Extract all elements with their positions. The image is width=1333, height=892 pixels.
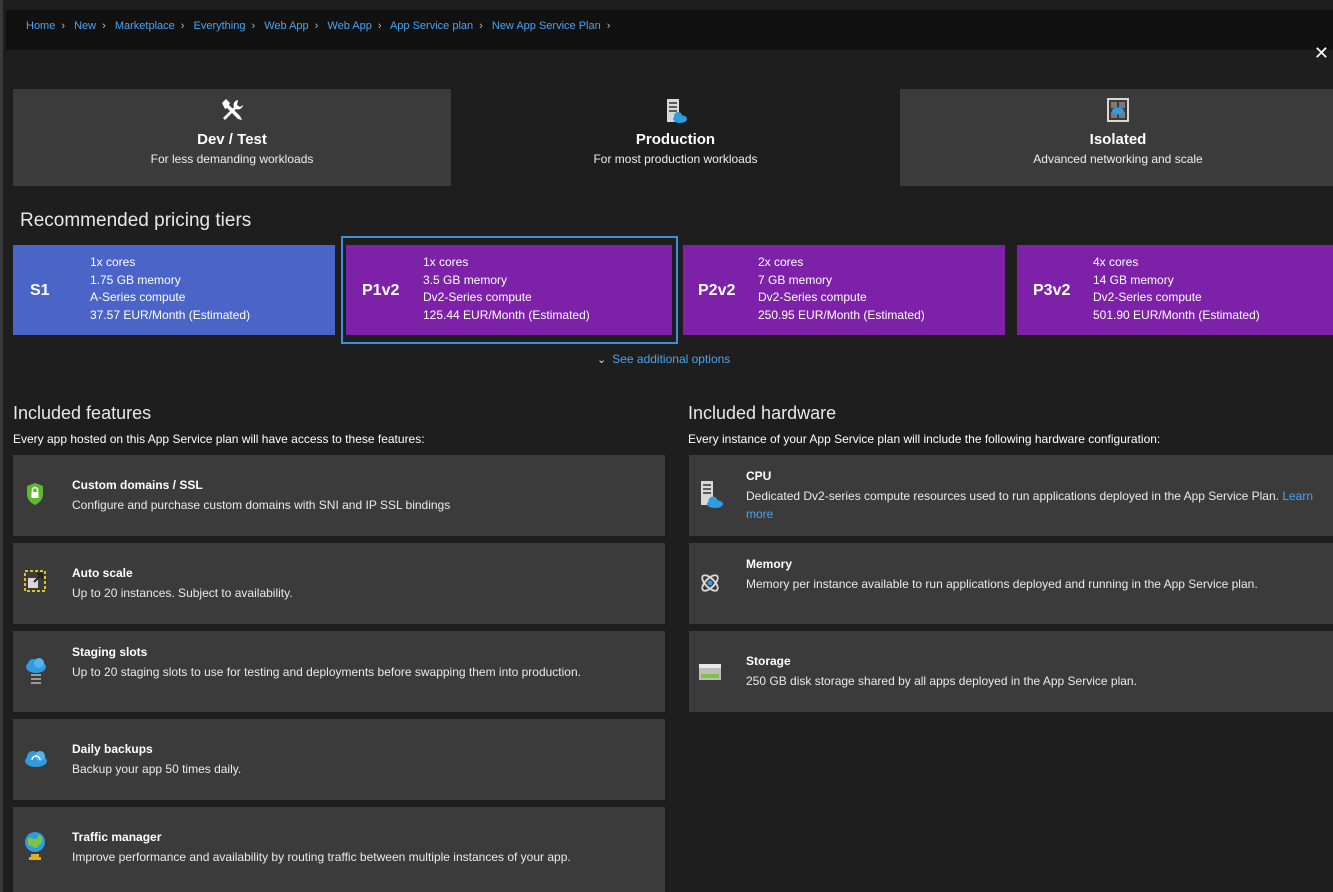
- chevron-down-icon: ⌄: [597, 354, 607, 366]
- tab-subtitle: For most production workloads: [593, 152, 758, 166]
- hardware-storage-desc: 250 GB disk storage shared by all apps d…: [746, 674, 1137, 688]
- hardware-title: Memory: [746, 557, 793, 571]
- breadcrumb-separator: ›: [377, 20, 382, 32]
- features-description: Every app hosted on this App Service pla…: [13, 432, 425, 446]
- breadcrumb-separator: ›: [314, 20, 319, 32]
- tier-name: P2v2: [698, 282, 736, 299]
- feature-title: Custom domains / SSL: [72, 478, 203, 492]
- breadcrumb-separator: ›: [180, 20, 185, 32]
- breadcrumb-separator: ›: [102, 20, 106, 32]
- tier-memory: 1.75 GB memory: [90, 272, 181, 287]
- tier-memory: 14 GB memory: [1093, 272, 1174, 287]
- breadcrumb-web-app-2[interactable]: Web App: [327, 20, 371, 32]
- tier-specs: 4x cores 14 GB memory Dv2-Series compute…: [1093, 254, 1260, 324]
- feature-card-daily-backups: Daily backups Backup your app 50 times d…: [13, 719, 665, 800]
- feature-title: Staging slots: [72, 645, 148, 659]
- hardware-title: CPU: [746, 469, 772, 483]
- tier-specs: 1x cores 1.75 GB memory A-Series compute…: [90, 254, 250, 324]
- app-service-plan-blade: Home › New › Marketplace › Everything › Web …: [0, 0, 1333, 892]
- storage-icon: [699, 664, 721, 680]
- feature-title: Traffic manager: [72, 830, 162, 844]
- hardware-card-cpu: CPU Dedicated Dv2-series compute resourc…: [689, 455, 1333, 536]
- feature-title: Auto scale: [72, 566, 133, 580]
- server-icon: [666, 99, 687, 123]
- hardware-card-storage: Storage 250 GB disk storage shared by al…: [689, 631, 1333, 712]
- tier-price: 37.57 EUR/Month (Estimated): [90, 307, 251, 322]
- tools-icon: [222, 99, 243, 120]
- autoscale-icon: [24, 570, 46, 592]
- hardware-description-text: Dedicated Dv2-series compute resources u…: [746, 487, 1333, 523]
- feature-description: Improve performance and availability by …: [72, 850, 571, 864]
- breadcrumb-web-app[interactable]: Web App: [264, 20, 308, 32]
- tier-cores: 4x cores: [1093, 255, 1139, 269]
- breadcrumb-app-service-plan[interactable]: App Service plan: [390, 20, 473, 32]
- memory-icon: [701, 574, 719, 592]
- breadcrumb: Home › New › Marketplace › Everything › Web …: [6, 10, 1333, 50]
- tab-title: Dev / Test: [197, 131, 267, 148]
- recommended-heading: Recommended pricing tiers: [20, 210, 252, 231]
- tab-title: Isolated: [1089, 131, 1147, 148]
- tab-isolated[interactable]: Isolated Advanced networking and scale: [900, 89, 1333, 186]
- feature-card-custom-domains: Custom domains / SSL Configure and purch…: [13, 455, 665, 536]
- tier-price: 501.90 EUR/Month (Estimated): [1093, 307, 1260, 322]
- breadcrumb-separator: ›: [251, 20, 256, 32]
- see-additional-options-link[interactable]: ⌄ See additional options: [597, 352, 730, 366]
- tab-title: Production: [635, 131, 716, 148]
- tier-card-p2v2[interactable]: P2v2 2x cores 7 GB memory Dv2-Series com…: [683, 245, 1005, 335]
- cloud-slots-icon: [26, 658, 46, 684]
- tier-card-p3v2[interactable]: P3v2 4x cores 14 GB memory Dv2-Series co…: [1017, 245, 1333, 335]
- tab-subtitle: For less demanding workloads: [150, 152, 314, 166]
- globe-icon: [25, 832, 45, 860]
- tier-compute: A-Series compute: [90, 290, 186, 304]
- tab-dev-test[interactable]: Dev / Test For less demanding workloads: [13, 89, 451, 186]
- tier-cores: 2x cores: [758, 255, 804, 269]
- shield-lock-icon: [27, 483, 43, 505]
- tier-card-s1[interactable]: S1 1x cores 1.75 GB memory A-Series comp…: [13, 245, 335, 335]
- cloud-backup-icon: [25, 751, 47, 767]
- hardware-card-memory: Memory Memory per instance available to …: [689, 543, 1333, 624]
- breadcrumb-separator: ›: [606, 20, 611, 32]
- breadcrumb-separator: ›: [61, 20, 66, 32]
- feature-card-staging-slots: Staging slots Up to 20 staging slots to …: [13, 631, 665, 712]
- see-additional-options-label: See additional options: [612, 352, 731, 366]
- hardware-memory-desc: Memory per instance available to run app…: [746, 577, 1258, 591]
- feature-description: Configure and purchase custom domains wi…: [72, 498, 451, 512]
- breadcrumb-separator: ›: [479, 20, 483, 32]
- cpu-server-icon: [701, 481, 723, 508]
- tier-specs: 2x cores 7 GB memory Dv2-Series compute …: [758, 254, 925, 324]
- tier-price: 250.95 EUR/Month (Estimated): [758, 307, 925, 322]
- feature-description: Backup your app 50 times daily.: [72, 762, 242, 776]
- tier-compute: Dv2-Series compute: [1093, 290, 1202, 304]
- network-icon: [1107, 98, 1129, 122]
- hardware-title: Storage: [746, 654, 791, 668]
- tier-name: S1: [30, 282, 50, 299]
- tier-cores: 1x cores: [90, 255, 136, 269]
- feature-card-auto-scale: Auto scale Up to 20 instances. Subject t…: [13, 543, 665, 624]
- breadcrumb-marketplace[interactable]: Marketplace: [115, 20, 175, 32]
- feature-title: Daily backups: [72, 742, 153, 756]
- close-icon[interactable]: ✕: [1314, 43, 1329, 64]
- workload-tabs: Dev / Test For less demanding workloads …: [13, 89, 1333, 186]
- feature-card-traffic-manager: Traffic manager Improve performance and …: [13, 807, 665, 892]
- hardware-heading: Included hardware: [688, 403, 837, 423]
- selected-tier-outline: [341, 236, 678, 344]
- tier-compute: Dv2-Series compute: [758, 290, 867, 304]
- hardware-cpu-desc: Dedicated Dv2-series compute resources u…: [746, 489, 1279, 503]
- hardware-description: Every instance of your App Service plan …: [688, 432, 1161, 446]
- tier-name: P3v2: [1033, 282, 1071, 299]
- tier-memory: 7 GB memory: [758, 272, 833, 287]
- breadcrumb-home[interactable]: Home: [26, 20, 55, 32]
- breadcrumb-new-app-service-plan[interactable]: New App Service Plan: [492, 20, 601, 32]
- tab-production[interactable]: Production For most production workloads: [451, 89, 900, 186]
- features-heading: Included features: [13, 403, 152, 423]
- breadcrumb-everything[interactable]: Everything: [193, 20, 245, 32]
- feature-description: Up to 20 staging slots to use for testin…: [72, 665, 581, 679]
- feature-description: Up to 20 instances. Subject to availabil…: [72, 586, 293, 600]
- tab-subtitle: Advanced networking and scale: [1033, 152, 1203, 166]
- breadcrumb-new[interactable]: New: [74, 20, 96, 32]
